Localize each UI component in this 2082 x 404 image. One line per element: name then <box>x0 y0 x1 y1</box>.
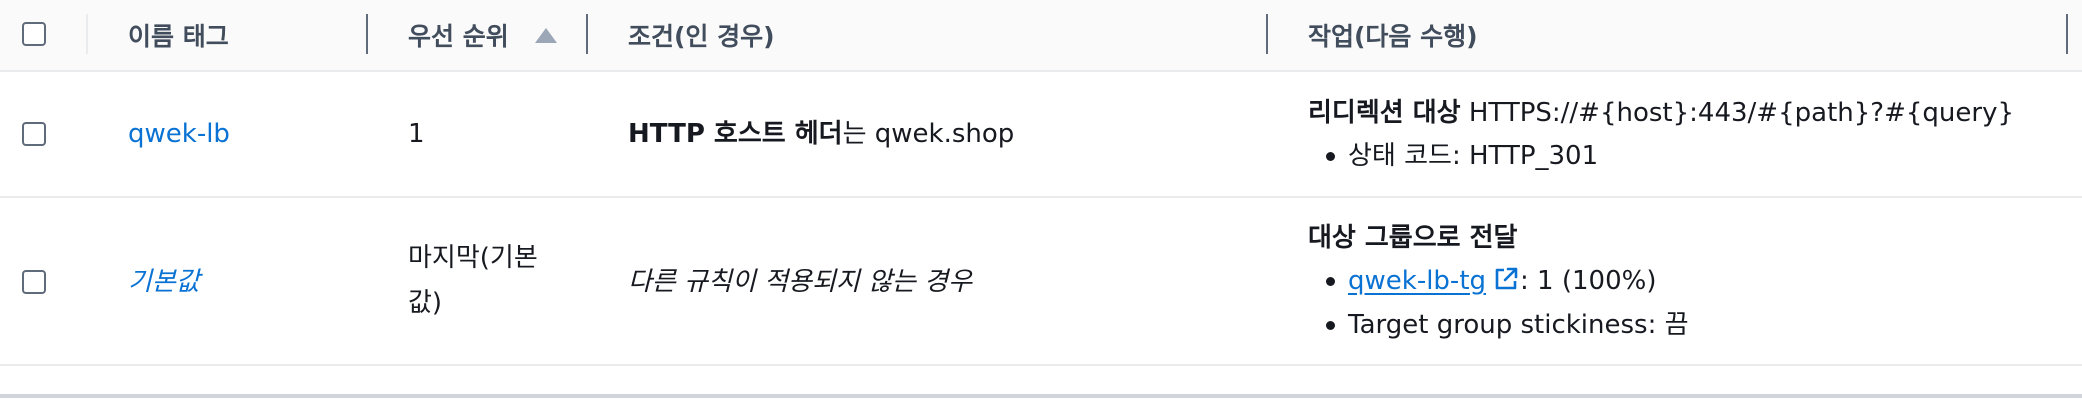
action-type: 대상 그룹으로 전달 <box>1308 223 1518 253</box>
target-group-weight: : 1 (100%) <box>1520 266 1657 296</box>
rule-name-link[interactable]: qwek-lb <box>128 113 230 155</box>
target-group-link[interactable]: qwek-lb-tg <box>1348 266 1520 296</box>
priority-line: 마지막(기본 <box>408 243 538 273</box>
list-item: 상태 코드: HTTP_301 <box>1325 134 2014 178</box>
rule-action: 대상 그룹으로 전달 qwek-lb-tg : 1 (100%) Target g… <box>1308 217 1689 347</box>
action-title: 리디렉션 대상 HTTPS://#{host}:443/#{path}?#{qu… <box>1308 92 2014 134</box>
column-divider <box>86 14 88 54</box>
action-details: 상태 코드: HTTP_301 <box>1308 134 2014 178</box>
rule-condition: HTTP 호스트 헤더는 qwek.shop <box>628 113 1014 155</box>
list-item: qwek-lb-tg : 1 (100%) <box>1326 259 1689 303</box>
header-priority[interactable]: 우선 순위 <box>408 0 557 70</box>
header-condition-label: 조건(인 경우) <box>628 22 775 51</box>
header-action-label: 작업(다음 수행) <box>1308 22 1478 51</box>
list-item: Target group stickiness: 끔 <box>1326 303 1689 347</box>
column-resizer[interactable] <box>1266 14 1268 54</box>
column-resizer[interactable] <box>2066 14 2068 54</box>
rule-action: 리디렉션 대상 HTTPS://#{host}:443/#{path}?#{qu… <box>1308 92 2014 178</box>
target-group-link-text: qwek-lb-tg <box>1348 266 1487 296</box>
action-type: 리디렉션 대상 <box>1308 98 1461 128</box>
header-action[interactable]: 작업(다음 수행) <box>1308 0 1478 70</box>
table-header: 이름 태그 우선 순위 조건(인 경우) 작업(다음 수행) <box>0 0 2082 72</box>
sort-ascending-icon[interactable] <box>534 27 557 43</box>
table-row: qwek-lb 1 HTTP 호스트 헤더는 qwek.shop 리디렉션 대상… <box>0 72 2082 198</box>
external-link-icon[interactable] <box>1492 265 1520 293</box>
header-name-tag-label: 이름 태그 <box>128 22 229 51</box>
row-select-checkbox[interactable] <box>22 122 46 146</box>
priority-line: 값) <box>408 288 443 318</box>
rules-table: 이름 태그 우선 순위 조건(인 경우) 작업(다음 수행) qwek-lb 1… <box>0 0 2082 404</box>
column-resizer[interactable] <box>586 14 588 54</box>
table-row: 기본값 마지막(기본 값) 다른 규칙이 적용되지 않는 경우 대상 그룹으로 … <box>0 198 2082 366</box>
header-condition[interactable]: 조건(인 경우) <box>628 0 775 70</box>
header-name-tag[interactable]: 이름 태그 <box>128 0 229 70</box>
action-target: HTTPS://#{host}:443/#{path}?#{query} <box>1460 98 2015 128</box>
condition-value: 는 qwek.shop <box>842 119 1015 149</box>
rule-priority: 1 <box>408 119 425 149</box>
header-priority-label: 우선 순위 <box>408 22 509 51</box>
rule-name-link[interactable]: 기본값 <box>128 261 200 303</box>
action-details: qwek-lb-tg : 1 (100%) Target group sticki… <box>1308 259 1689 347</box>
rule-priority: 마지막(기본 값) <box>408 236 538 326</box>
condition-label: HTTP 호스트 헤더 <box>628 119 843 149</box>
column-resizer[interactable] <box>366 14 368 54</box>
select-all-checkbox[interactable] <box>22 22 46 46</box>
rule-condition: 다른 규칙이 적용되지 않는 경우 <box>628 267 973 297</box>
table-bottom-border <box>0 394 2082 398</box>
row-select-checkbox[interactable] <box>22 270 46 294</box>
